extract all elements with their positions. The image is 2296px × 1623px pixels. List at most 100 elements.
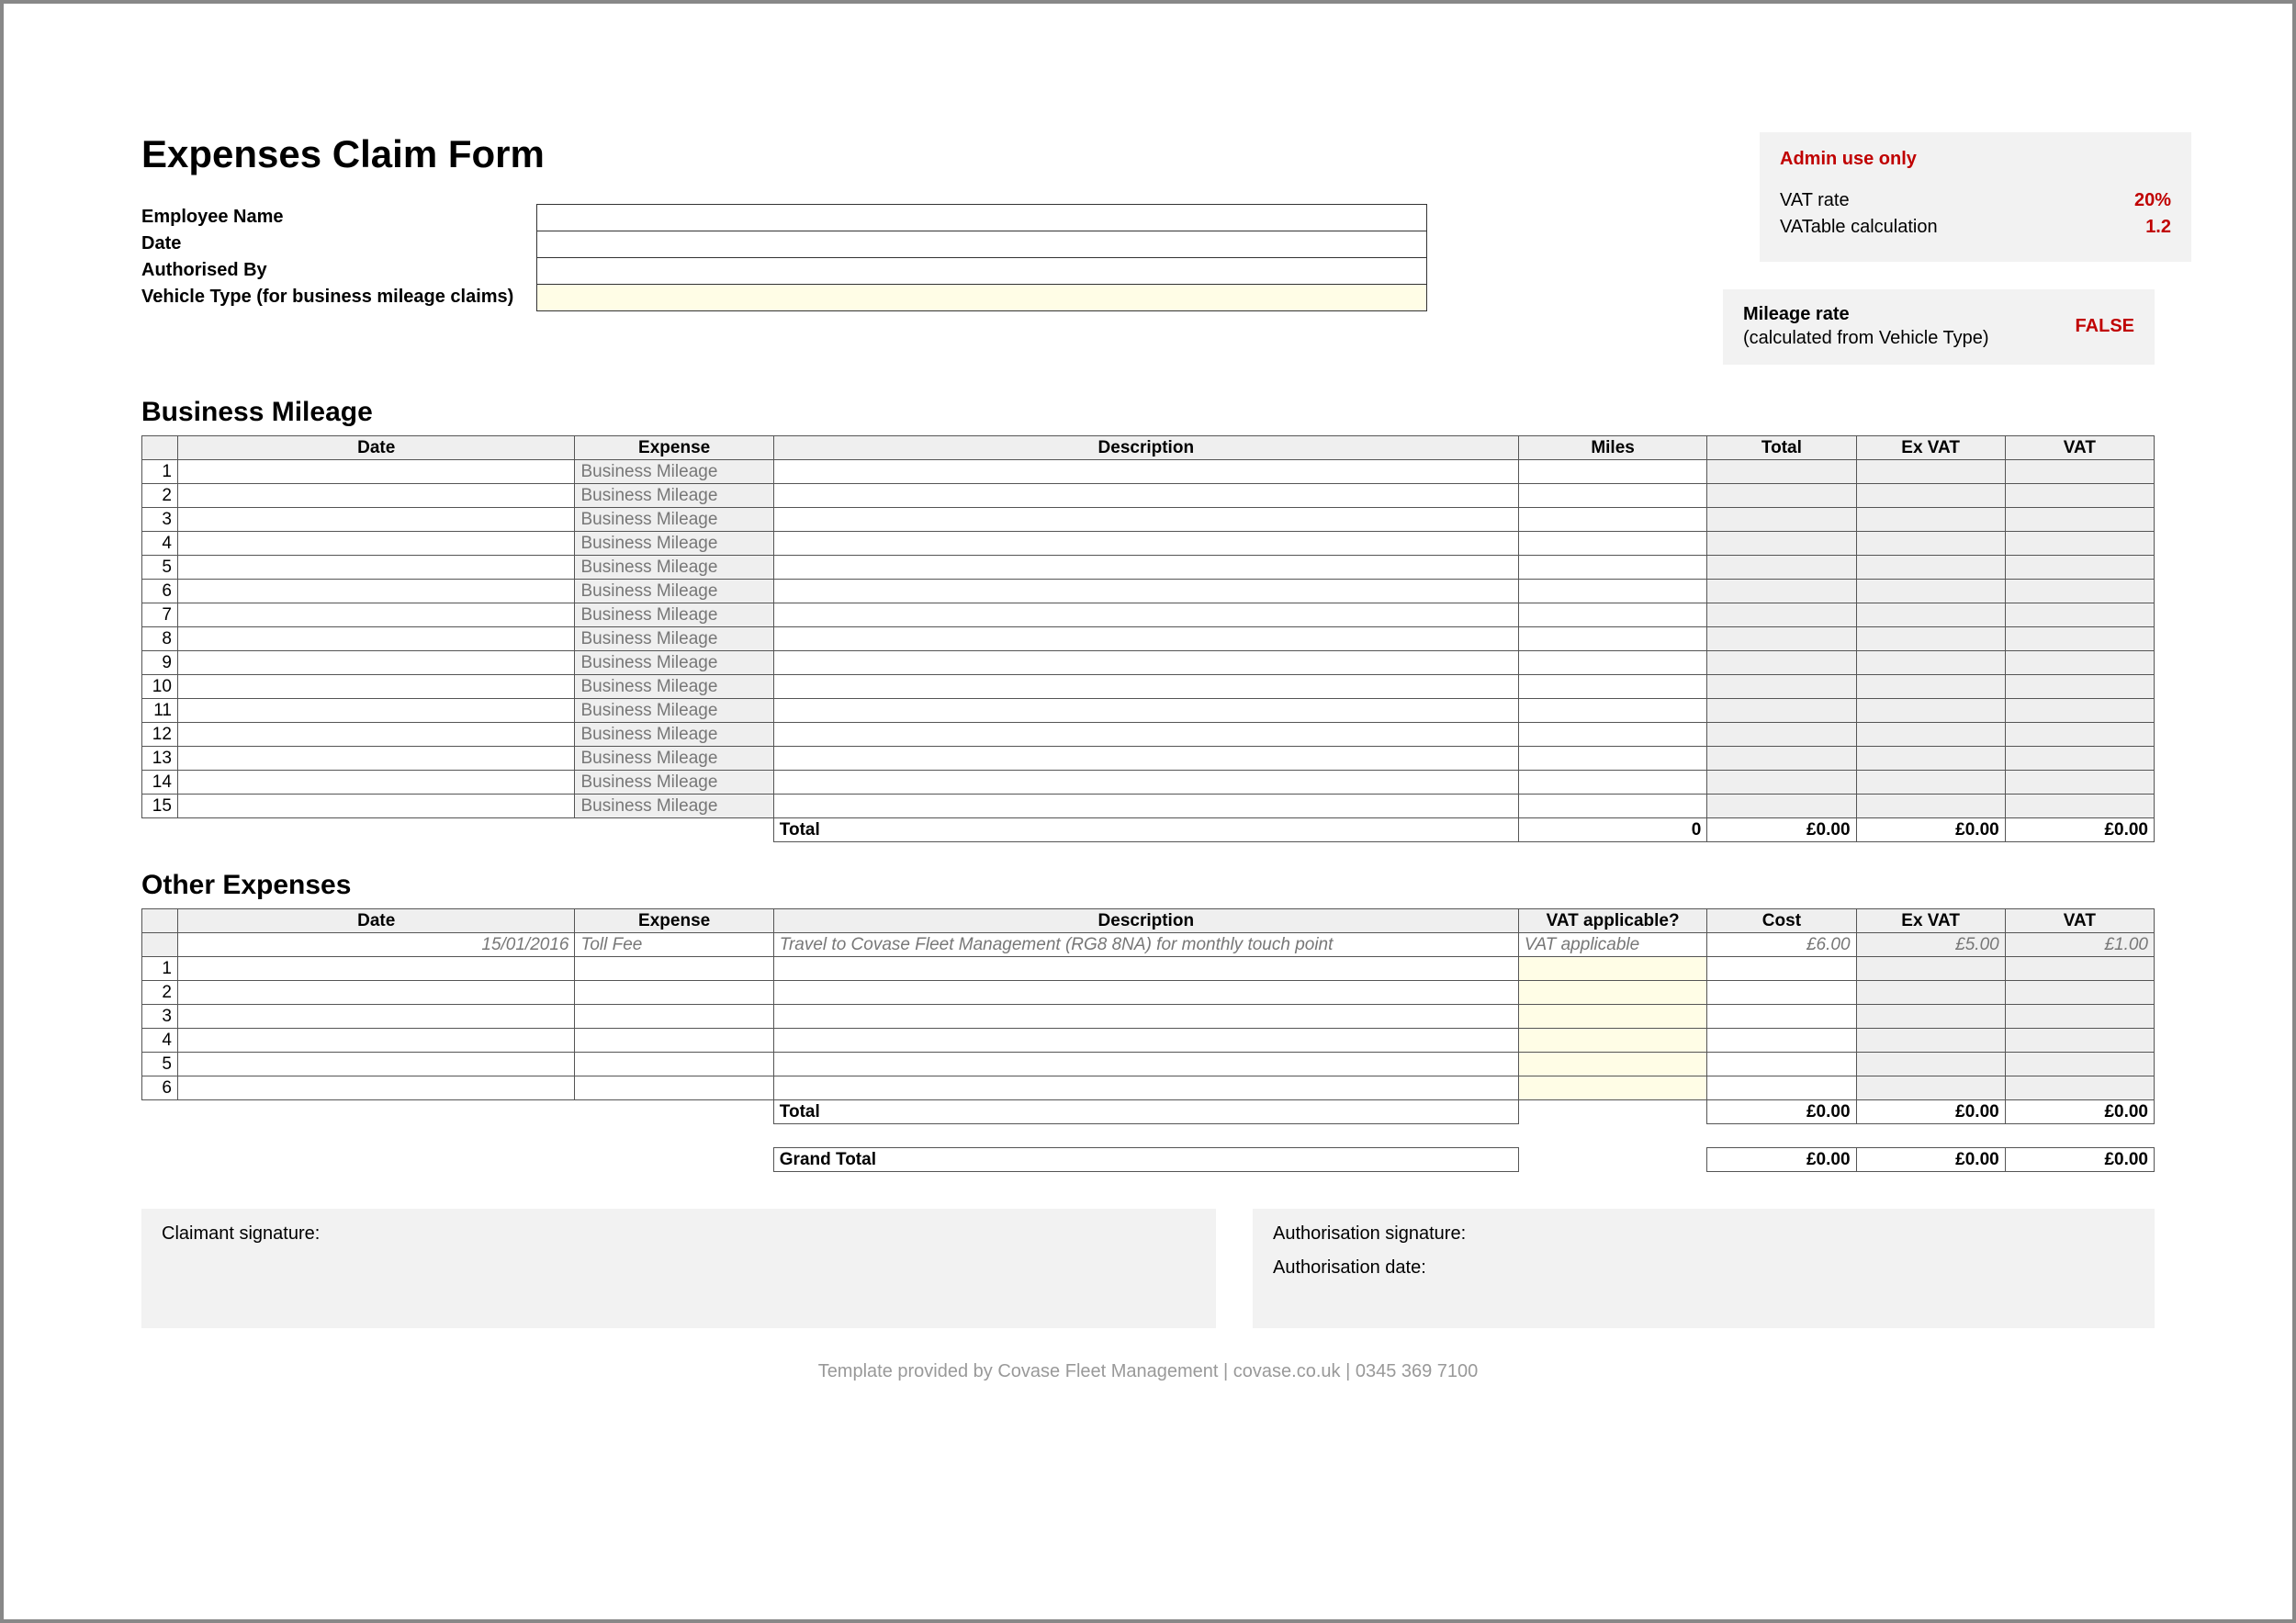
bm-rownum: 14 <box>142 771 178 795</box>
oe-description-cell[interactable] <box>773 1005 1518 1029</box>
bm-date-cell[interactable] <box>177 460 575 484</box>
oe-cost-cell[interactable] <box>1707 1053 1856 1076</box>
oe-vat-applicable-cell[interactable] <box>1518 1029 1706 1053</box>
oe-expense-cell[interactable] <box>575 1029 773 1053</box>
oe-description-cell[interactable] <box>773 1053 1518 1076</box>
bm-description-cell[interactable] <box>773 795 1518 818</box>
bm-expense-cell: Business Mileage <box>575 747 773 771</box>
bm-miles-cell[interactable] <box>1518 484 1706 508</box>
bm-miles-cell[interactable] <box>1518 460 1706 484</box>
bm-miles-cell[interactable] <box>1518 603 1706 627</box>
bm-vat-cell <box>2005 603 2154 627</box>
bm-miles-cell[interactable] <box>1518 580 1706 603</box>
bm-date-cell[interactable] <box>177 795 575 818</box>
oe-col-rownum <box>142 909 178 933</box>
bm-date-cell[interactable] <box>177 651 575 675</box>
bm-date-cell[interactable] <box>177 484 575 508</box>
bm-total-cell <box>1707 723 1856 747</box>
bm-row: 8Business Mileage <box>142 627 2155 651</box>
bm-date-cell[interactable] <box>177 627 575 651</box>
oe-vat-applicable-cell[interactable] <box>1518 981 1706 1005</box>
bm-rownum: 15 <box>142 795 178 818</box>
oe-date-cell[interactable] <box>177 957 575 981</box>
oe-expense-cell[interactable] <box>575 1053 773 1076</box>
bm-date-cell[interactable] <box>177 747 575 771</box>
bm-rownum: 8 <box>142 627 178 651</box>
bm-miles-cell[interactable] <box>1518 747 1706 771</box>
bm-description-cell[interactable] <box>773 508 1518 532</box>
bm-description-cell[interactable] <box>773 771 1518 795</box>
oe-description-cell[interactable] <box>773 1076 1518 1100</box>
oe-expense-cell[interactable] <box>575 1076 773 1100</box>
oe-cost-cell[interactable] <box>1707 1029 1856 1053</box>
oe-example-row: 15/01/2016 Toll Fee Travel to Covase Fle… <box>142 933 2155 957</box>
bm-date-cell[interactable] <box>177 723 575 747</box>
bm-miles-cell[interactable] <box>1518 795 1706 818</box>
bm-date-cell[interactable] <box>177 532 575 556</box>
bm-description-cell[interactable] <box>773 484 1518 508</box>
oe-date-cell[interactable] <box>177 1076 575 1100</box>
bm-description-cell[interactable] <box>773 556 1518 580</box>
oe-expense-cell[interactable] <box>575 1005 773 1029</box>
bm-miles-cell[interactable] <box>1518 508 1706 532</box>
bm-description-cell[interactable] <box>773 651 1518 675</box>
bm-description-cell[interactable] <box>773 747 1518 771</box>
oe-cost-cell[interactable] <box>1707 981 1856 1005</box>
oe-date-cell[interactable] <box>177 1053 575 1076</box>
oe-date-cell[interactable] <box>177 1005 575 1029</box>
oe-vat-applicable-cell[interactable] <box>1518 1053 1706 1076</box>
bm-description-cell[interactable] <box>773 627 1518 651</box>
oe-description-cell[interactable] <box>773 981 1518 1005</box>
bm-row: 15Business Mileage <box>142 795 2155 818</box>
bm-miles-cell[interactable] <box>1518 675 1706 699</box>
bm-vat-cell <box>2005 675 2154 699</box>
claimant-signature-label: Claimant signature: <box>162 1223 320 1244</box>
bm-description-cell[interactable] <box>773 723 1518 747</box>
oe-ex-exvat: £5.00 <box>1856 933 2005 957</box>
bm-vat-cell <box>2005 460 2154 484</box>
bm-miles-cell[interactable] <box>1518 532 1706 556</box>
bm-date-cell[interactable] <box>177 699 575 723</box>
oe-vat-applicable-cell[interactable] <box>1518 957 1706 981</box>
bm-exvat-cell <box>1856 747 2005 771</box>
bm-miles-cell[interactable] <box>1518 699 1706 723</box>
bm-miles-cell[interactable] <box>1518 723 1706 747</box>
bm-date-cell[interactable] <box>177 771 575 795</box>
bm-miles-cell[interactable] <box>1518 651 1706 675</box>
bm-date-cell[interactable] <box>177 580 575 603</box>
oe-expense-cell[interactable] <box>575 981 773 1005</box>
grand-total-vat: £0.00 <box>2005 1148 2154 1172</box>
oe-vat-applicable-cell[interactable] <box>1518 1005 1706 1029</box>
oe-col-vat: VAT <box>2005 909 2154 933</box>
date-input[interactable] <box>536 231 1427 258</box>
bm-miles-cell[interactable] <box>1518 771 1706 795</box>
bm-date-cell[interactable] <box>177 556 575 580</box>
bm-description-cell[interactable] <box>773 675 1518 699</box>
bm-date-cell[interactable] <box>177 603 575 627</box>
claimant-signature-box[interactable]: Claimant signature: <box>141 1209 1216 1328</box>
bm-date-cell[interactable] <box>177 675 575 699</box>
authorised-by-input[interactable] <box>536 257 1427 285</box>
bm-exvat-cell <box>1856 627 2005 651</box>
oe-cost-cell[interactable] <box>1707 957 1856 981</box>
oe-description-cell[interactable] <box>773 957 1518 981</box>
bm-miles-cell[interactable] <box>1518 627 1706 651</box>
bm-description-cell[interactable] <box>773 460 1518 484</box>
bm-description-cell[interactable] <box>773 603 1518 627</box>
oe-vat-applicable-cell[interactable] <box>1518 1076 1706 1100</box>
employee-name-input[interactable] <box>536 204 1427 231</box>
bm-miles-cell[interactable] <box>1518 556 1706 580</box>
bm-description-cell[interactable] <box>773 532 1518 556</box>
vehicle-type-input[interactable] <box>536 284 1427 311</box>
bm-date-cell[interactable] <box>177 508 575 532</box>
oe-description-cell[interactable] <box>773 1029 1518 1053</box>
bm-description-cell[interactable] <box>773 580 1518 603</box>
oe-cost-cell[interactable] <box>1707 1005 1856 1029</box>
authorisation-box[interactable]: Authorisation signature: Authorisation d… <box>1253 1209 2155 1328</box>
oe-rownum: 6 <box>142 1076 178 1100</box>
oe-date-cell[interactable] <box>177 981 575 1005</box>
bm-description-cell[interactable] <box>773 699 1518 723</box>
oe-date-cell[interactable] <box>177 1029 575 1053</box>
oe-expense-cell[interactable] <box>575 957 773 981</box>
oe-cost-cell[interactable] <box>1707 1076 1856 1100</box>
